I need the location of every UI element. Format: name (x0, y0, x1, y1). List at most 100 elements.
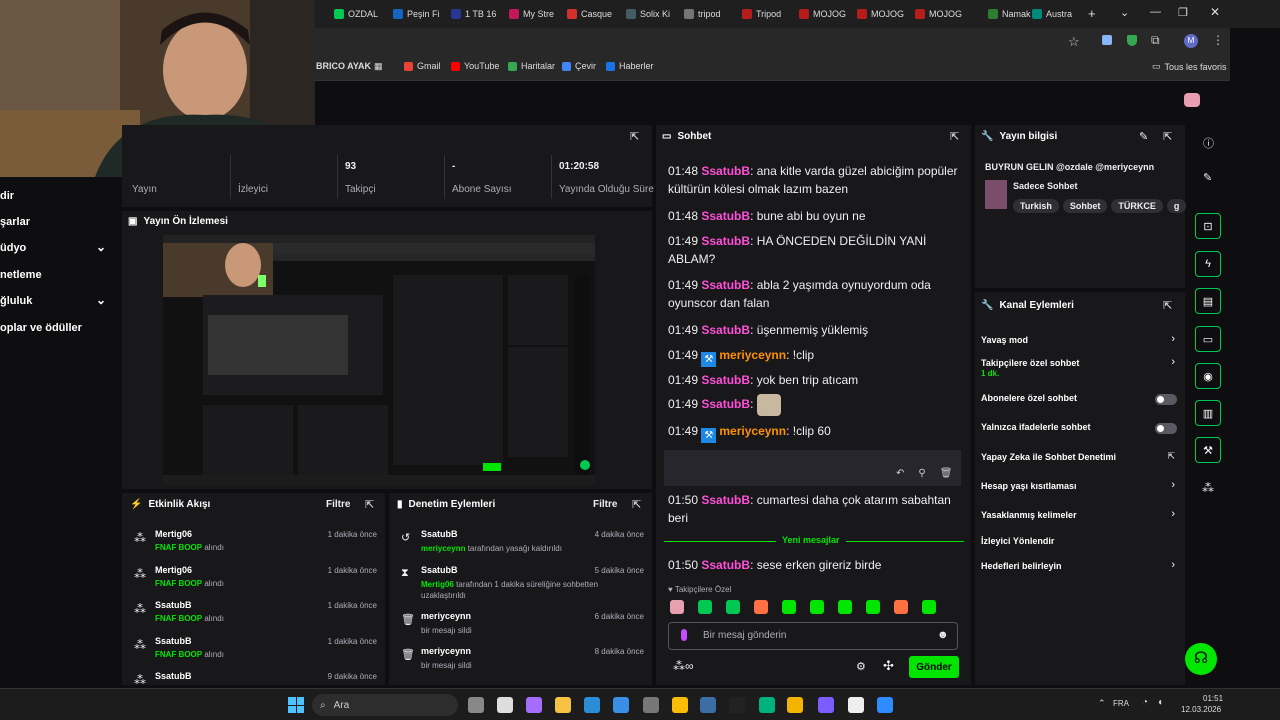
activity-filter-button[interactable]: Filtre (326, 499, 350, 510)
message-username[interactable]: SsatubB (701, 493, 750, 507)
broadcast-icon[interactable]: ◉ (1195, 363, 1221, 389)
browser-tab[interactable]: MOJOG (857, 4, 909, 24)
clock-time[interactable]: 01:51 (1203, 694, 1223, 703)
browser-tab[interactable]: My Stre (509, 4, 561, 24)
emote-icon[interactable] (754, 600, 768, 614)
message-username[interactable]: SsatubB (701, 397, 750, 411)
reply-icon[interactable]: ↶ (896, 468, 904, 479)
star-icon[interactable]: ☆ (1068, 34, 1080, 50)
chat-message[interactable]: 01:49 SsatubB: (668, 394, 960, 416)
taskbar-search[interactable]: ⌕ Ara (312, 694, 458, 716)
stream-tag[interactable]: Turkish (1013, 199, 1059, 213)
info-popout-icon[interactable]: ⇱ (1163, 130, 1172, 143)
emote-icon[interactable] (894, 600, 908, 614)
moderation-popout-icon[interactable]: ⇱ (632, 498, 641, 511)
chat-message[interactable]: 01:49 SsatubB: abla 2 yaşımda oynuyordum… (668, 276, 960, 312)
emote-icon[interactable] (866, 600, 880, 614)
bookmark-gmail[interactable]: Gmail (404, 61, 441, 71)
sidebar-item[interactable]: ğluluk ⌄ (0, 293, 110, 307)
moderation-item[interactable]: ↺ SsatubB meriyceynn tarafından yasağı kal… (389, 527, 652, 567)
mic-icon[interactable] (681, 629, 687, 641)
message-username[interactable]: SsatubB (701, 558, 750, 572)
edit-icon[interactable]: ✎ (1139, 130, 1148, 143)
message-username[interactable]: SsatubB (701, 209, 750, 223)
layout-icon[interactable]: ▥ (1195, 400, 1221, 426)
pin-icon[interactable]: ⚲ (918, 468, 925, 479)
wifi-icon[interactable]: ◔ (1142, 697, 1148, 708)
bits-icon[interactable]: ⁂∞ (673, 659, 694, 673)
message-username[interactable]: SsatubB (701, 234, 750, 248)
emoji-icon[interactable]: ☻ (937, 629, 949, 641)
activity-item[interactable]: ⁂ SsatubB 9 dakika önce (122, 669, 385, 685)
browser-tab[interactable]: Solix Ki (626, 4, 678, 24)
chat-message[interactable]: 01:49 ⚒ meriyceynn: !clip (668, 346, 960, 367)
minimize-button[interactable]: — (1150, 6, 1161, 18)
actions-popout-icon[interactable]: ⇱ (1163, 299, 1172, 312)
document-icon[interactable]: ▤ (1195, 288, 1221, 314)
pencil-icon[interactable]: ✎ (1203, 171, 1212, 184)
extension-shield-icon[interactable] (1127, 35, 1137, 46)
popout-icon[interactable]: ⇱ (630, 130, 639, 143)
bookmark-maps[interactable]: Haritalar (508, 61, 555, 71)
puzzle-icon[interactable]: ✣ (883, 658, 894, 674)
browser-tab[interactable]: MOJOG (799, 4, 851, 24)
channel-action-item[interactable]: Hesap yaşı kısıtlaması › (975, 479, 1185, 503)
support-chat-button[interactable]: ☊ (1185, 643, 1217, 675)
browser-tab[interactable]: Tripod (742, 4, 794, 24)
stream-tag[interactable]: TÜRKCE (1111, 199, 1163, 213)
app-yellow-icon[interactable] (787, 697, 803, 713)
tab-list-button[interactable]: ⌄ (1120, 6, 1129, 19)
message-username[interactable]: SsatubB (701, 278, 750, 292)
settings-app-icon[interactable] (643, 697, 659, 713)
send-button[interactable]: Gönder (909, 656, 959, 678)
sidebar-item[interactable]: dir (0, 190, 110, 202)
emote-icon[interactable] (698, 600, 712, 614)
lightning-icon[interactable]: ϟ (1195, 251, 1221, 277)
moderation-filter-button[interactable]: Filtre (593, 499, 617, 510)
bookmark-translate[interactable]: Çevir (562, 61, 596, 71)
message-username[interactable]: SsatubB (701, 373, 750, 387)
emote-icon[interactable] (670, 600, 684, 614)
close-window-button[interactable]: ✕ (1210, 5, 1220, 19)
chat-message[interactable]: 01:48 SsatubB: bune abi bu oyun ne (668, 207, 960, 225)
windows-start-icon[interactable] (288, 697, 304, 713)
app-green-icon[interactable] (759, 697, 775, 713)
delete-icon[interactable]: 🗑 (940, 468, 953, 479)
bookmark-brico[interactable]: BRICO AYAK (316, 61, 371, 71)
preview-video[interactable] (163, 235, 595, 485)
info-icon[interactable]: ⓘ (1203, 135, 1214, 151)
chrome-icon[interactable] (672, 697, 688, 713)
browser-tab[interactable]: 1 TB 16 (451, 4, 503, 24)
emote-icon[interactable] (726, 600, 740, 614)
apps-grid-icon[interactable]: ▦ (374, 61, 383, 72)
bookmark-youtube[interactable]: YouTube (451, 61, 499, 71)
stream-tag[interactable]: g (1166, 199, 1187, 213)
category-name[interactable]: Sadece Sohbet (1013, 181, 1078, 191)
browser-tab[interactable]: OZDAL (334, 4, 386, 24)
sidebar-item[interactable]: şarlar (0, 216, 110, 228)
browser-tab[interactable]: MOJOG (915, 4, 967, 24)
action-toggle[interactable] (1155, 394, 1177, 405)
edge-icon[interactable] (584, 697, 600, 713)
activity-item[interactable]: ⁂ Mertig06 FNAF BOOP alındı 1 dakika önce (122, 563, 385, 597)
message-icon[interactable]: ▭ (1195, 326, 1221, 352)
emote-icon[interactable] (782, 600, 796, 614)
browser-tab[interactable]: tripod (684, 4, 736, 24)
menu-dots-icon[interactable]: ⋮ (1212, 33, 1224, 47)
message-username[interactable]: meriyceynn (719, 424, 786, 438)
moderation-item[interactable]: 🗑 meriyceynn bir mesajı sildi 8 dakika önce (389, 644, 652, 684)
activity-popout-icon[interactable]: ⇱ (365, 498, 374, 511)
browser-tab[interactable]: Casque (567, 4, 619, 24)
zoom-icon[interactable] (877, 697, 893, 713)
channel-action-item[interactable]: Yasaklanmış kelimeler › (975, 508, 1185, 532)
activity-item[interactable]: ⁂ SsatubB FNAF BOOP alındı 1 dakika önce (122, 634, 385, 668)
bookmark-news[interactable]: Haberler (606, 61, 654, 71)
channel-action-item[interactable]: Takipçilere özel sohbet 1 dk. › (975, 356, 1185, 380)
chat-message[interactable]: 01:49 SsatubB: üşenmemiş yüklemiş (668, 321, 960, 339)
mail-icon[interactable] (613, 697, 629, 713)
obs-icon[interactable] (848, 697, 864, 713)
sidebar-item[interactable]: üdyo ⌄ (0, 240, 110, 254)
new-tab-button[interactable]: + (1088, 6, 1096, 21)
task-view-icon[interactable] (468, 697, 484, 713)
channel-action-item[interactable]: Yalnızca ifadelerle sohbet (975, 422, 1185, 444)
